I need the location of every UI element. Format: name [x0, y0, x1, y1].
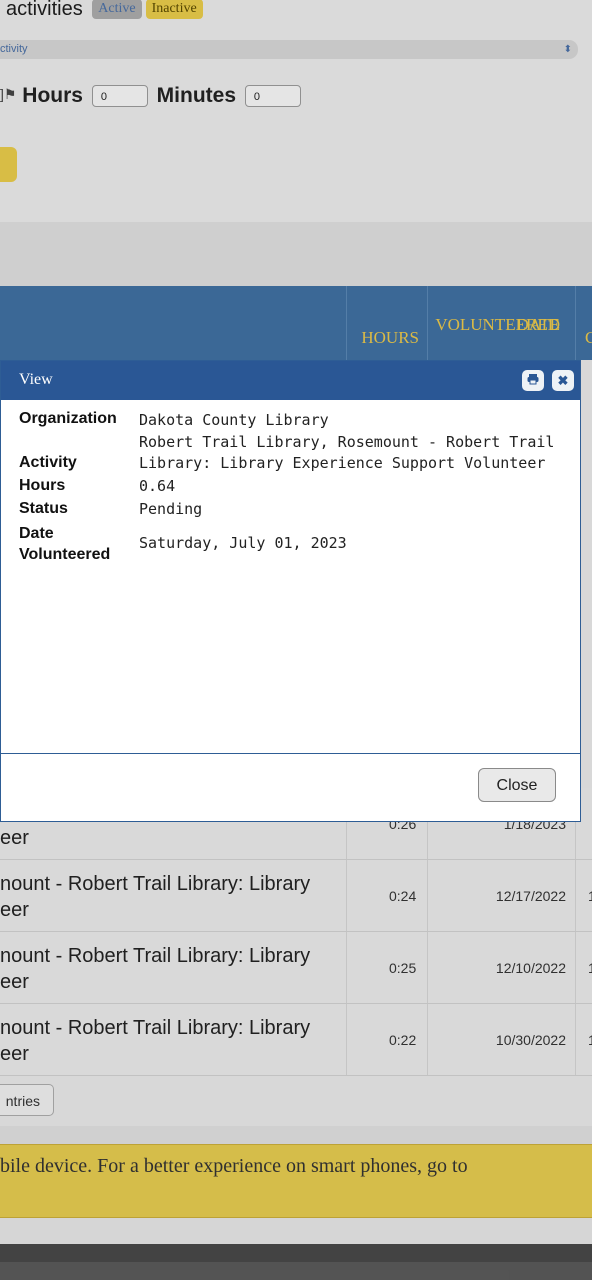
dialog-footer-divider	[1, 753, 580, 754]
organization-value: Dakota County Library	[139, 411, 329, 429]
dialog-title-bar[interactable]: View ✖	[1, 361, 580, 400]
status-value: Pending	[139, 500, 203, 518]
hours-label: Hours	[19, 477, 66, 494]
dialog-body: Organization Dakota County Library Activ…	[1, 400, 580, 754]
date-volunteered-value: Saturday, July 01, 2023	[139, 534, 347, 552]
dialog-title: View	[19, 371, 53, 388]
organization-label: Organization	[19, 410, 117, 427]
print-icon[interactable]	[522, 370, 544, 391]
status-label: Status	[19, 500, 68, 517]
close-button[interactable]: Close	[478, 768, 556, 802]
close-icon[interactable]: ✖	[552, 370, 574, 391]
activity-value: Robert Trail Library, Rosemount - Robert…	[139, 433, 555, 472]
hours-value: 0.64	[139, 477, 176, 495]
activity-label: Activity	[19, 454, 77, 471]
date-volunteered-label: Date Volunteered	[19, 525, 111, 563]
view-dialog: View ✖ Organization Dakota County Librar…	[0, 360, 581, 822]
